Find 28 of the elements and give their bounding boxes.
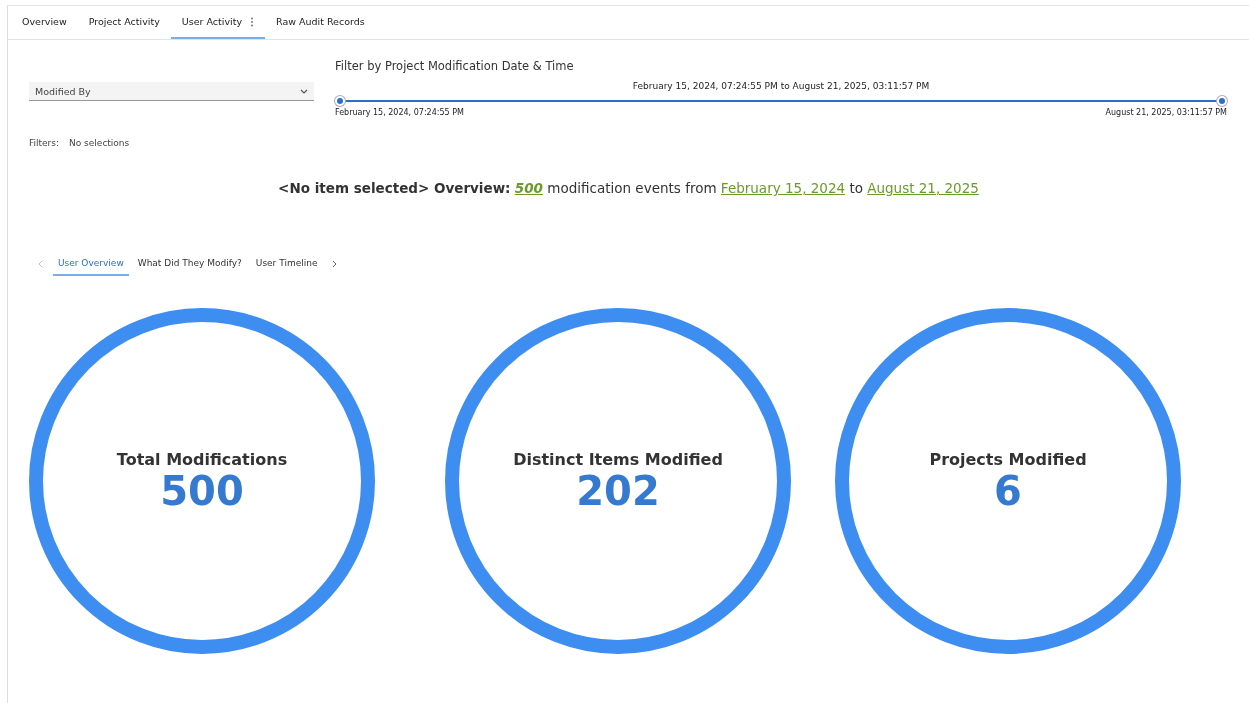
more-icon[interactable] <box>250 16 254 27</box>
metric-label: Projects Modified <box>929 449 1087 469</box>
filters-label: Filters: <box>29 138 59 148</box>
end-date-label: August 21, 2025, 03:11:57 PM <box>1105 108 1227 117</box>
chevron-down-icon <box>300 88 308 94</box>
tab[interactable]: Raw Audit Records <box>265 6 376 39</box>
filters-value: No selections <box>69 138 130 148</box>
sub-tab[interactable]: What Did They Modify? <box>132 252 247 276</box>
metric-label: Total Modifications <box>116 449 288 469</box>
sub-tab[interactable]: User Timeline <box>250 252 323 276</box>
tab[interactable]: User Activity <box>170 6 265 39</box>
metric-value: 500 <box>160 468 244 513</box>
modified-by-dropdown[interactable]: Modified By <box>29 82 314 101</box>
metric-label: Distinct Items Modified <box>513 449 723 469</box>
metric-value: 202 <box>576 468 660 513</box>
slider-handle[interactable] <box>335 96 345 106</box>
start-date-label: February 15, 2024, 07:24:55 PM <box>335 108 464 117</box>
slider-handle[interactable] <box>1217 96 1227 106</box>
tab[interactable]: Project Activity <box>77 6 171 39</box>
sub-tab[interactable]: User Overview <box>53 252 129 276</box>
filter-title: Filter by Project Modification Date & Time <box>335 59 575 73</box>
tab[interactable]: Overview <box>11 6 78 39</box>
end-date-link[interactable]: August 21, 2025 <box>867 180 979 196</box>
overview-summary: <No item selected> Overview: 500 modification events from February 15, 2024 to August 21, 2025 <box>277 180 980 196</box>
metric-value: 6 <box>994 468 1022 513</box>
date-range-text: February 15, 2024, 07:24:55 PM to August 21, 2025, 03:11:57 PM <box>631 81 931 91</box>
chevron-right-icon[interactable] <box>332 260 338 268</box>
date-range-slider[interactable] <box>335 96 1227 106</box>
